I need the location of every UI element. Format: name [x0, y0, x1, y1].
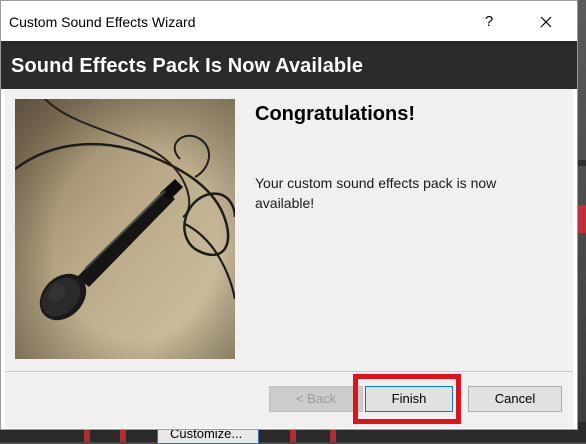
background-app-right: [578, 0, 586, 442]
title-bar[interactable]: Custom Sound Effects Wizard ?: [1, 1, 577, 41]
wizard-header-band: Sound Effects Pack Is Now Available: [1, 41, 577, 89]
finish-highlight-box: [353, 374, 461, 424]
wizard-body: Congratulations! Your custom sound effec…: [5, 89, 573, 371]
close-button[interactable]: [521, 7, 571, 37]
button-bar: < Back Finish Cancel: [5, 372, 573, 428]
wizard-dialog: Custom Sound Effects Wizard ? Sound Effe…: [0, 0, 578, 430]
congratulations-heading: Congratulations!: [255, 103, 415, 125]
microphone-photo: [15, 99, 235, 359]
window-title: Custom Sound Effects Wizard: [9, 14, 196, 30]
back-button[interactable]: < Back: [269, 386, 363, 412]
close-icon: [540, 16, 552, 28]
help-button[interactable]: ?: [467, 7, 511, 37]
cancel-button[interactable]: Cancel: [468, 386, 562, 412]
completion-message: Your custom sound effects pack is now av…: [255, 175, 497, 211]
wizard-header-title: Sound Effects Pack Is Now Available: [11, 55, 364, 77]
